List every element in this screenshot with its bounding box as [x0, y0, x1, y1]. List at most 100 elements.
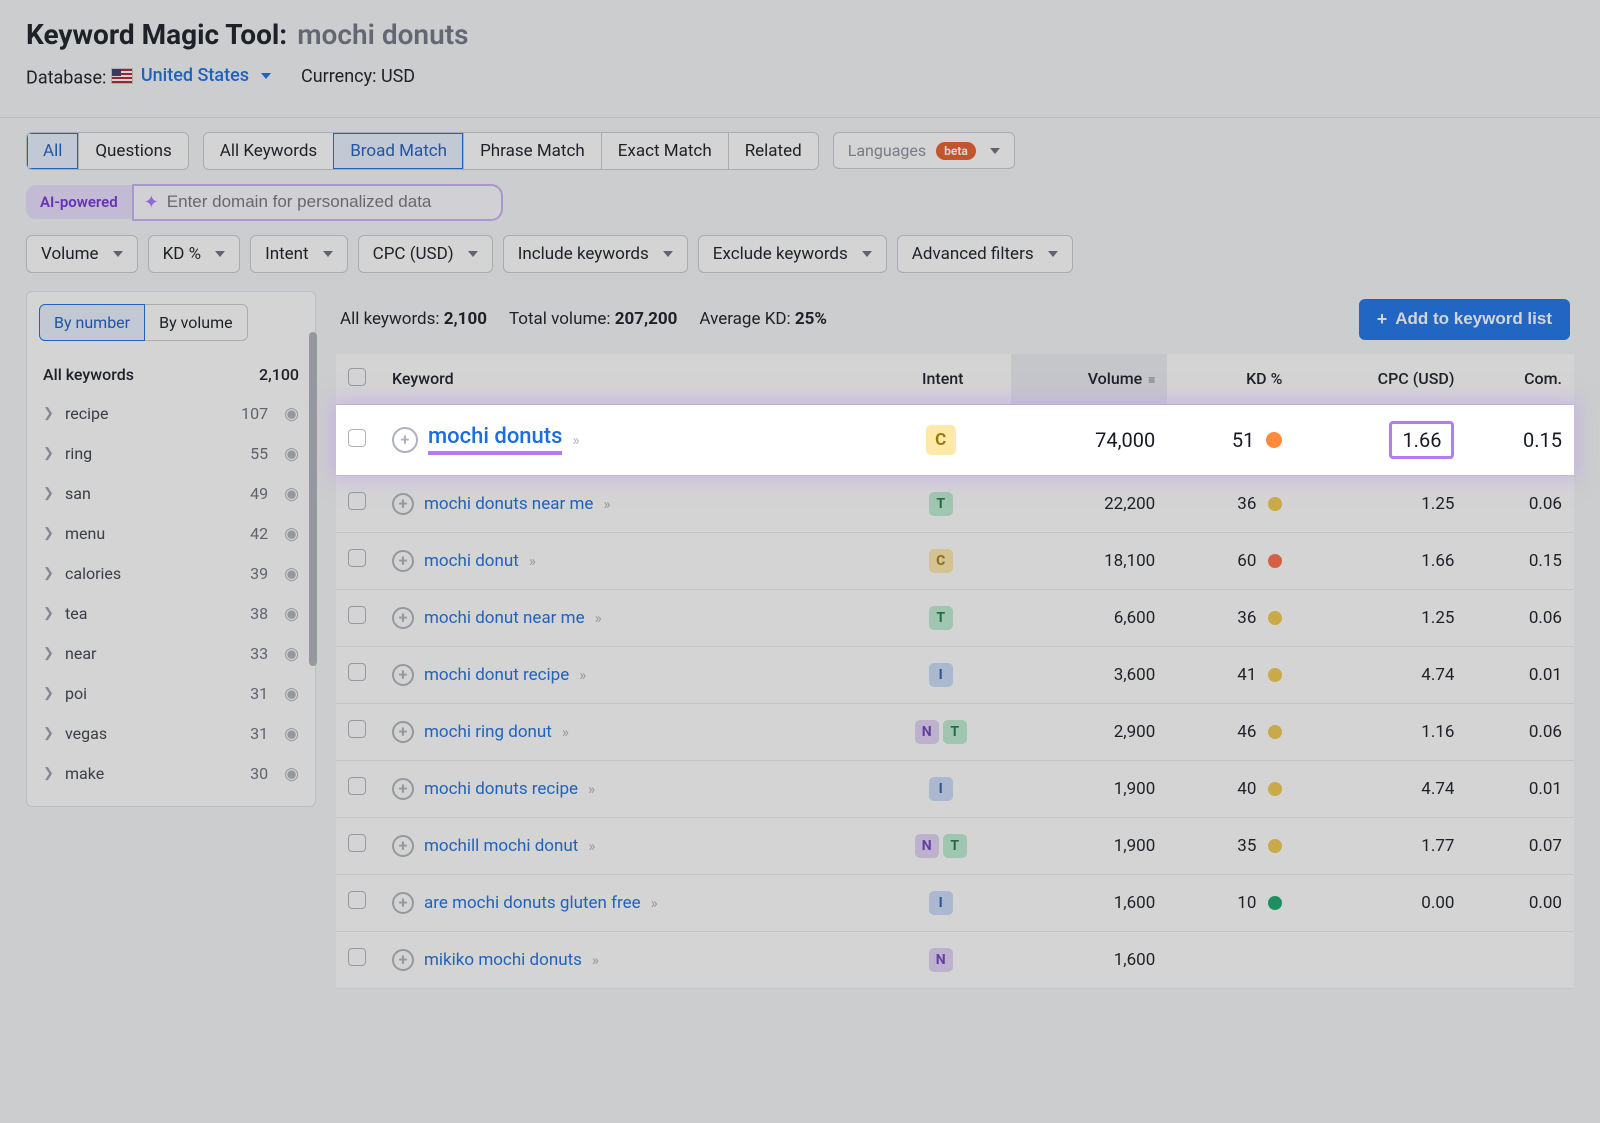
tab-broad-match[interactable]: Broad Match — [333, 133, 463, 169]
database-label: Database: — [26, 68, 106, 89]
tab-all-keywords[interactable]: All Keywords — [204, 133, 333, 169]
toggle-by-volume[interactable]: By volume — [145, 304, 248, 341]
ai-input-wrap[interactable]: ✦ — [132, 184, 503, 221]
sidebar-item[interactable]: ❯ vegas 31 ◉ — [27, 714, 315, 754]
expand-icon[interactable]: » — [562, 723, 569, 741]
row-checkbox[interactable] — [348, 834, 366, 852]
row-checkbox[interactable] — [348, 492, 366, 510]
col-volume[interactable]: Volume≡ — [1011, 354, 1167, 405]
tab-questions[interactable]: Questions — [78, 133, 187, 169]
keyword-link[interactable]: are mochi donuts gluten free — [424, 893, 641, 913]
sidebar-item[interactable]: ❯ make 30 ◉ — [27, 754, 315, 794]
expand-icon[interactable]: » — [588, 837, 595, 855]
expand-icon[interactable]: » — [579, 666, 586, 684]
filter-exclude[interactable]: Exclude keywords — [698, 235, 887, 273]
filter-cpc[interactable]: CPC (USD) — [358, 235, 493, 273]
sidebar-header[interactable]: All keywords 2,100 — [27, 355, 315, 394]
chevron-right-icon: ❯ — [43, 766, 55, 781]
filter-intent[interactable]: Intent — [250, 235, 348, 273]
eye-icon[interactable]: ◉ — [284, 604, 299, 624]
sidebar-item[interactable]: ❯ calories 39 ◉ — [27, 554, 315, 594]
sidebar-scrollbar[interactable] — [309, 332, 317, 666]
cell-kd: 46 — [1167, 703, 1294, 760]
row-checkbox[interactable] — [348, 720, 366, 738]
add-keyword-icon[interactable]: + — [392, 949, 414, 971]
cell-cpc: 4.74 — [1294, 646, 1466, 703]
add-keyword-icon[interactable]: + — [392, 778, 414, 800]
filter-volume[interactable]: Volume — [26, 235, 138, 273]
col-com[interactable]: Com. — [1466, 354, 1574, 405]
tab-all[interactable]: All — [27, 133, 78, 169]
languages-dropdown[interactable]: Languages beta — [833, 132, 1015, 169]
eye-icon[interactable]: ◉ — [284, 684, 299, 704]
tab-related[interactable]: Related — [728, 133, 818, 169]
eye-icon[interactable]: ◉ — [284, 764, 299, 784]
ai-row: AI-powered ✦ — [0, 170, 1600, 235]
sidebar-item[interactable]: ❯ near 33 ◉ — [27, 634, 315, 674]
col-kd[interactable]: KD % — [1167, 354, 1294, 405]
toggle-by-number[interactable]: By number — [39, 304, 145, 341]
col-keyword[interactable]: Keyword — [380, 354, 874, 405]
keyword-link[interactable]: mochi donuts — [428, 424, 562, 455]
add-keyword-icon[interactable]: + — [392, 835, 414, 857]
sidebar-item[interactable]: ❯ san 49 ◉ — [27, 474, 315, 514]
keyword-link[interactable]: mochi donut near me — [424, 608, 585, 628]
row-checkbox[interactable] — [348, 948, 366, 966]
keyword-link[interactable]: mochill mochi donut — [424, 836, 578, 856]
tab-phrase-match[interactable]: Phrase Match — [463, 133, 601, 169]
add-keyword-icon[interactable]: + — [392, 892, 414, 914]
keyword-link[interactable]: mikiko mochi donuts — [424, 950, 582, 970]
eye-icon[interactable]: ◉ — [284, 444, 299, 464]
sidebar-item[interactable]: ❯ tea 38 ◉ — [27, 594, 315, 634]
eye-icon[interactable]: ◉ — [284, 724, 299, 744]
keyword-link[interactable]: mochi ring donut — [424, 722, 552, 742]
table-row: + mochi donut recipe » I 3,600 41 4.74 0… — [336, 646, 1574, 703]
col-intent[interactable]: Intent — [874, 354, 1011, 405]
row-checkbox[interactable] — [348, 891, 366, 909]
filter-advanced[interactable]: Advanced filters — [897, 235, 1073, 273]
keyword-link[interactable]: mochi donuts recipe — [424, 779, 578, 799]
filter-kd[interactable]: KD % — [148, 235, 241, 273]
database-selector[interactable]: United States — [111, 65, 271, 86]
add-keyword-icon[interactable]: + — [392, 664, 414, 686]
row-checkbox[interactable] — [348, 549, 366, 567]
add-to-keyword-list-button[interactable]: + Add to keyword list — [1359, 299, 1570, 340]
row-checkbox[interactable] — [348, 663, 366, 681]
cell-com: 0.15 — [1466, 404, 1574, 475]
expand-icon[interactable]: » — [592, 951, 599, 969]
stat-kd-label: Average KD: — [699, 309, 790, 329]
col-cpc[interactable]: CPC (USD) — [1294, 354, 1466, 405]
select-all-checkbox[interactable] — [348, 368, 366, 386]
keyword-link[interactable]: mochi donuts near me — [424, 494, 593, 514]
tab-exact-match[interactable]: Exact Match — [601, 133, 728, 169]
expand-icon[interactable]: » — [603, 495, 610, 513]
expand-icon[interactable]: » — [572, 431, 579, 449]
eye-icon[interactable]: ◉ — [284, 484, 299, 504]
add-keyword-icon[interactable]: + — [392, 721, 414, 743]
sidebar-item[interactable]: ❯ recipe 107 ◉ — [27, 394, 315, 434]
eye-icon[interactable]: ◉ — [284, 644, 299, 664]
expand-icon[interactable]: » — [588, 780, 595, 798]
row-checkbox[interactable] — [348, 606, 366, 624]
ai-domain-input[interactable] — [167, 192, 487, 212]
eye-icon[interactable]: ◉ — [284, 404, 299, 424]
row-checkbox[interactable] — [348, 429, 366, 447]
chevron-down-icon — [215, 251, 225, 257]
expand-icon[interactable]: » — [595, 609, 602, 627]
expand-icon[interactable]: » — [651, 894, 658, 912]
row-checkbox[interactable] — [348, 777, 366, 795]
expand-icon[interactable]: » — [529, 552, 536, 570]
kd-difficulty-dot — [1268, 839, 1282, 853]
add-keyword-icon[interactable]: + — [392, 607, 414, 629]
keyword-link[interactable]: mochi donut recipe — [424, 665, 569, 685]
keyword-link[interactable]: mochi donut — [424, 551, 519, 571]
add-keyword-icon[interactable]: + — [392, 493, 414, 515]
add-keyword-icon[interactable]: + — [392, 550, 414, 572]
filter-include[interactable]: Include keywords — [503, 235, 688, 273]
add-keyword-icon[interactable]: + — [392, 427, 418, 453]
sidebar-item[interactable]: ❯ menu 42 ◉ — [27, 514, 315, 554]
eye-icon[interactable]: ◉ — [284, 564, 299, 584]
eye-icon[interactable]: ◉ — [284, 524, 299, 544]
sidebar-item[interactable]: ❯ poi 31 ◉ — [27, 674, 315, 714]
sidebar-item[interactable]: ❯ ring 55 ◉ — [27, 434, 315, 474]
